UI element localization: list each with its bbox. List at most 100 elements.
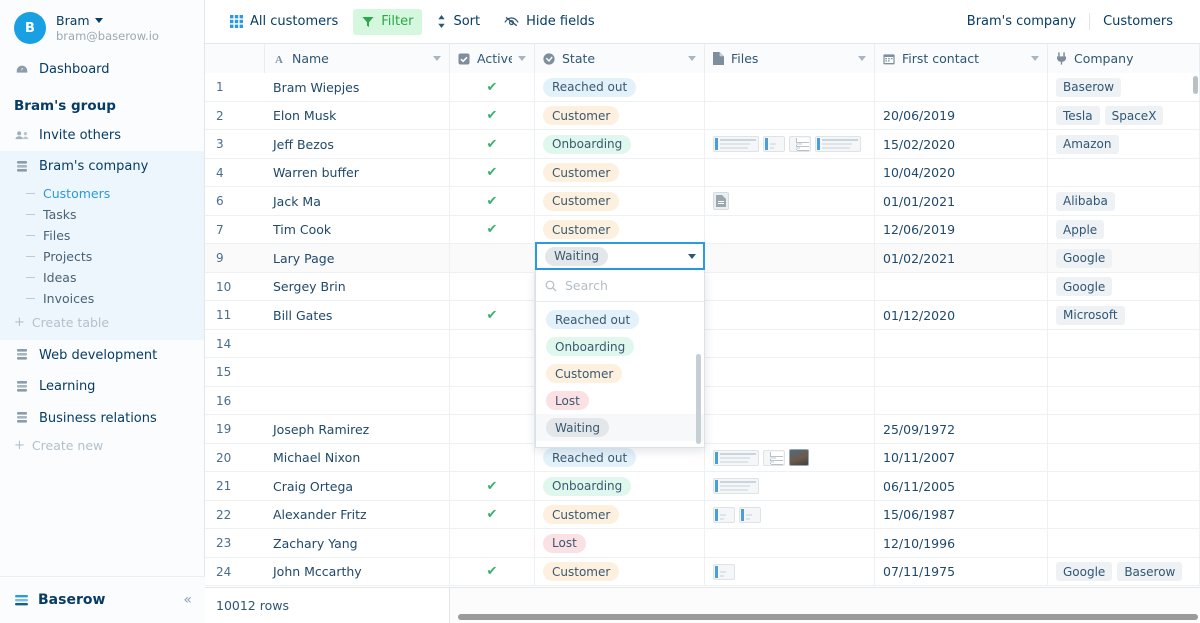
cell-company[interactable] (1048, 501, 1200, 530)
table-row[interactable]: 6Jack Ma✔Customer01/01/2021Alibaba (205, 187, 1200, 216)
cell-state[interactable]: Onboarding (535, 130, 705, 159)
cell-active[interactable] (450, 529, 535, 558)
cell-state[interactable]: Customer (535, 558, 705, 587)
state-search-input[interactable]: Search (536, 270, 704, 302)
cell-first-contact[interactable]: 10/04/2020 (875, 159, 1048, 188)
chevron-down-icon[interactable] (1031, 56, 1039, 61)
cell-first-contact[interactable] (875, 330, 1048, 359)
file-thumbnail-photo[interactable] (789, 449, 809, 466)
cell-first-contact[interactable]: 12/10/1996 (875, 529, 1048, 558)
file-thumbnail-spreadsheet[interactable] (789, 136, 811, 152)
cell-name[interactable]: Bram Wiepjes (265, 73, 450, 102)
sidebar-item-invoices[interactable]: Invoices (0, 288, 204, 309)
cell-files[interactable] (705, 558, 875, 587)
cell-files[interactable] (705, 102, 875, 131)
cell-active[interactable]: ✔ (450, 558, 535, 587)
sidebar-item-customers[interactable]: Customers (0, 183, 204, 204)
cell-name[interactable]: Zachary Yang (265, 529, 450, 558)
state-option-waiting[interactable]: Waiting (536, 414, 704, 441)
company-link-tag[interactable]: Google (1056, 277, 1112, 296)
breadcrumb-item-customers[interactable]: Customers (1090, 14, 1186, 29)
cell-files[interactable] (705, 216, 875, 245)
column-header-name[interactable]: AName (265, 44, 450, 73)
cell-company[interactable] (1048, 330, 1200, 359)
column-header-row-number[interactable] (205, 44, 265, 73)
company-link-tag[interactable]: Google (1056, 562, 1112, 581)
cell-name[interactable]: Elon Musk (265, 102, 450, 131)
table-row[interactable]: 7Tim Cook✔Customer12/06/2019Apple (205, 216, 1200, 245)
company-link-tag[interactable]: SpaceX (1105, 106, 1164, 125)
company-link-tag[interactable]: Baserow (1117, 562, 1182, 581)
cell-state[interactable]: Reached out (535, 73, 705, 102)
cell-state[interactable]: Customer (535, 216, 705, 245)
company-link-tag[interactable]: Alibaba (1056, 192, 1115, 211)
user-name-row[interactable]: Bram (56, 13, 159, 29)
cell-active[interactable]: ✔ (450, 130, 535, 159)
cell-active[interactable] (450, 244, 535, 273)
sidebar-item-dashboard[interactable]: Dashboard (0, 54, 204, 86)
cell-company[interactable] (1048, 159, 1200, 188)
cell-active[interactable] (450, 330, 535, 359)
cell-active[interactable]: ✔ (450, 301, 535, 330)
cell-active[interactable]: ✔ (450, 102, 535, 131)
cell-company[interactable]: Google (1048, 244, 1200, 273)
file-thumbnail-screenshot[interactable] (815, 136, 861, 152)
sidebar-item-ideas[interactable]: Ideas (0, 267, 204, 288)
company-link-tag[interactable]: Apple (1056, 220, 1104, 239)
cell-first-contact[interactable] (875, 387, 1048, 416)
cell-state[interactable]: Customer (535, 501, 705, 530)
cell-first-contact[interactable] (875, 273, 1048, 302)
cell-first-contact[interactable]: 01/12/2020 (875, 301, 1048, 330)
cell-first-contact[interactable] (875, 358, 1048, 387)
sidebar-item-tasks[interactable]: Tasks (0, 204, 204, 225)
cell-first-contact[interactable]: 12/06/2019 (875, 216, 1048, 245)
cell-company[interactable] (1048, 358, 1200, 387)
cell-files[interactable] (705, 472, 875, 501)
cell-state[interactable]: Customer (535, 159, 705, 188)
cell-company[interactable]: Google (1048, 273, 1200, 302)
chevron-down-icon[interactable] (858, 56, 866, 61)
company-link-tag[interactable]: Baserow (1056, 78, 1121, 97)
cell-active[interactable] (450, 387, 535, 416)
cell-active[interactable]: ✔ (450, 159, 535, 188)
state-option-lost[interactable]: Lost (536, 387, 704, 414)
cell-company[interactable]: Alibaba (1048, 187, 1200, 216)
vertical-scrollbar[interactable] (1193, 76, 1198, 94)
cell-name[interactable] (265, 387, 450, 416)
state-option-onboarding[interactable]: Onboarding (536, 333, 704, 360)
cell-name[interactable]: Jack Ma (265, 187, 450, 216)
cell-files[interactable] (705, 187, 875, 216)
cell-files[interactable] (705, 330, 875, 359)
user-profile[interactable]: B Bram bram@baserow.io (0, 0, 204, 54)
horizontal-scrollbar[interactable] (458, 614, 1198, 620)
cell-first-contact[interactable]: 20/06/2019 (875, 102, 1048, 131)
cell-active[interactable] (450, 273, 535, 302)
cell-state[interactable]: Customer (535, 187, 705, 216)
cell-active[interactable]: ✔ (450, 472, 535, 501)
cell-name[interactable] (265, 330, 450, 359)
cell-name[interactable]: Alexander Fritz (265, 501, 450, 530)
cell-files[interactable] (705, 358, 875, 387)
filter-button[interactable]: Filter (353, 9, 422, 35)
table-row[interactable]: 21Craig Ortega✔Onboarding06/11/2005 (205, 472, 1200, 501)
cell-name[interactable]: Bill Gates (265, 301, 450, 330)
cell-active[interactable]: ✔ (450, 73, 535, 102)
cell-first-contact[interactable]: 15/06/1987 (875, 501, 1048, 530)
dropdown-scrollbar[interactable] (696, 354, 701, 444)
chevron-down-icon[interactable] (688, 254, 696, 259)
table-row[interactable]: 22Alexander Fritz✔Customer15/06/1987 (205, 501, 1200, 530)
horizontal-scrollbar-track[interactable] (450, 588, 1200, 623)
cell-company[interactable]: Microsoft (1048, 301, 1200, 330)
cell-active[interactable] (450, 415, 535, 444)
cell-active[interactable]: ✔ (450, 187, 535, 216)
table-row[interactable]: 23Zachary YangLost12/10/1996 (205, 529, 1200, 558)
cell-name[interactable]: John Mccarthy (265, 558, 450, 587)
file-thumbnail-screenshot[interactable] (713, 478, 759, 494)
cell-first-contact[interactable]: 07/11/1975 (875, 558, 1048, 587)
cell-name[interactable]: Warren buffer (265, 159, 450, 188)
column-header-active[interactable]: Active (450, 44, 535, 73)
file-thumbnail-screenshot[interactable] (713, 564, 735, 580)
sidebar-item-files[interactable]: Files (0, 225, 204, 246)
state-option-reached-out[interactable]: Reached out (536, 306, 704, 333)
file-thumbnail-screenshot[interactable] (739, 507, 761, 523)
